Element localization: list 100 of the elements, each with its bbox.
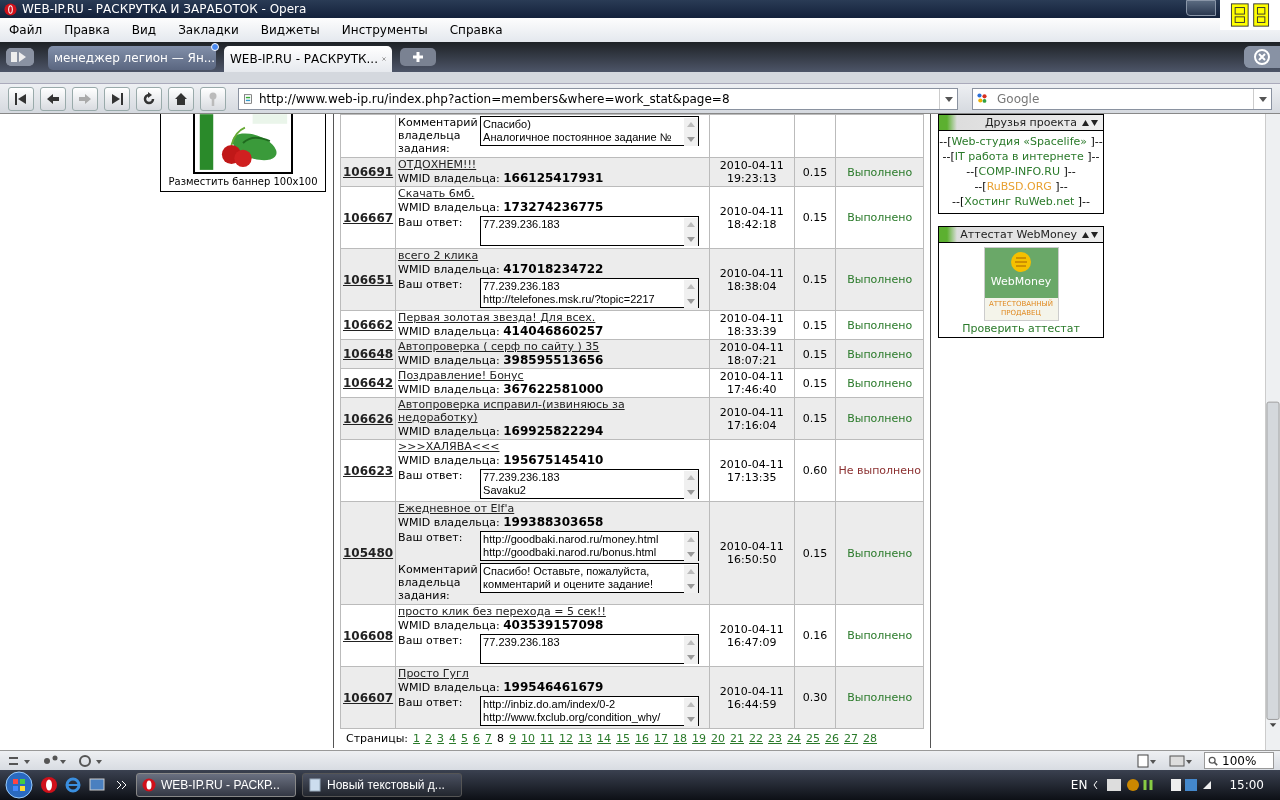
task-id-link[interactable]: 105480 <box>343 546 394 560</box>
task-title-link[interactable]: всего 2 клика <box>398 249 707 262</box>
page-link[interactable]: 14 <box>597 732 612 745</box>
taskbar-button[interactable]: WEB-IP.RU - РАСКР... <box>136 773 296 797</box>
task-title-link[interactable]: Первая золотая звезда! Для всех. <box>398 311 707 324</box>
browser-tab[interactable]: WEB-IP.RU - РАСКРУТК... <box>224 46 392 72</box>
scroll-arrows-icon[interactable] <box>683 636 698 664</box>
collapse-arrows-icon[interactable] <box>1081 230 1099 239</box>
page-link[interactable]: 16 <box>635 732 650 745</box>
desktop-icon[interactable] <box>88 776 106 794</box>
panel-toggle-icon[interactable] <box>6 48 34 66</box>
page-link[interactable]: 11 <box>540 732 555 745</box>
page-link[interactable]: 5 <box>461 732 469 745</box>
answer-field[interactable]: 77.239.236.183 http://telefones.msk.ru/?topic=2217 <box>480 278 699 308</box>
page-link[interactable]: 10 <box>521 732 536 745</box>
page-link[interactable]: 9 <box>509 732 517 745</box>
page-link[interactable]: 2 <box>425 732 433 745</box>
new-tab-button[interactable] <box>400 48 436 66</box>
page-link[interactable]: 13 <box>578 732 593 745</box>
task-title-link[interactable]: просто клик без перехода = 5 сек!! <box>398 605 707 618</box>
task-title-link[interactable]: Скачать 6мб. <box>398 187 707 200</box>
bracket-text: --[ <box>939 135 952 148</box>
scroll-arrows-icon[interactable] <box>683 565 698 593</box>
page-link[interactable]: 27 <box>844 732 859 745</box>
page-link[interactable]: 15 <box>616 732 631 745</box>
task-title-link[interactable]: Поздравление! Бонус <box>398 369 707 382</box>
scroll-arrows-icon[interactable] <box>683 533 698 561</box>
comment-field[interactable]: Спасибо) Аналогичное постоянное задание № <box>480 116 699 146</box>
answer-field[interactable]: 77.239.236.183 <box>480 634 699 664</box>
friend-link[interactable]: Web-студия «Spacelife» <box>951 135 1087 148</box>
scroll-arrows-icon[interactable] <box>683 218 698 246</box>
menu-item[interactable]: Файл <box>9 23 55 37</box>
page-link[interactable]: 23 <box>768 732 783 745</box>
page-link[interactable]: 22 <box>749 732 764 745</box>
page-link[interactable]: 8 <box>497 732 505 745</box>
menu-item[interactable]: Вид <box>131 23 169 37</box>
address-field[interactable]: http://www.web-ip.ru/index.php?action=members&where=work_stat&page=8 <box>238 87 958 110</box>
comment-field[interactable]: Спасибо! Оставьте, пожалуйста, комментарий и оцените задание! <box>480 563 699 593</box>
browser-icon[interactable] <box>64 776 82 794</box>
vertical-scrollbar[interactable] <box>1265 114 1280 750</box>
task-title-link[interactable]: Просто Гугл <box>398 667 707 680</box>
page-link[interactable]: 19 <box>692 732 707 745</box>
answer-field[interactable]: 77.239.236.183 <box>480 216 699 246</box>
page-link[interactable]: 12 <box>559 732 574 745</box>
scroll-arrows-icon[interactable] <box>683 698 698 726</box>
page-link[interactable]: 26 <box>825 732 840 745</box>
answer-field[interactable]: http://inbiz.do.am/index/0-2 http://www.fxclub.org/condition_why/ <box>480 696 699 726</box>
back-button[interactable] <box>40 86 66 111</box>
scroll-arrows-icon[interactable] <box>683 280 698 308</box>
page-link[interactable]: 20 <box>711 732 726 745</box>
menu-item[interactable]: Правка <box>64 23 122 37</box>
zoom-field[interactable]: 100% <box>1204 752 1274 769</box>
page-link[interactable]: 28 <box>863 732 878 745</box>
page-link[interactable]: 7 <box>485 732 493 745</box>
page-link[interactable]: 17 <box>654 732 669 745</box>
page-link[interactable]: 6 <box>473 732 481 745</box>
page-link[interactable]: 4 <box>449 732 457 745</box>
start-button[interactable] <box>4 770 34 800</box>
taskbar-button[interactable]: Новый текстовый д... <box>302 773 462 797</box>
task-title-link[interactable]: >>>ХАЛЯВА<<< <box>398 440 707 453</box>
rewind-button[interactable] <box>8 86 34 111</box>
opera-icon[interactable] <box>40 776 58 794</box>
settings-icon[interactable] <box>78 753 104 768</box>
task-title-link[interactable]: Автопроверка ( серф по сайту ) 35 <box>398 340 707 353</box>
task-title-link[interactable]: Ежедневное от Elf'a <box>398 502 707 515</box>
banner-caption[interactable]: Разместить баннер 100x100 <box>168 176 318 187</box>
task-title-link[interactable]: Автопроверка исправил-(извиняюсь за недоработку) <box>398 398 707 424</box>
answer-field[interactable]: 77.239.236.183 Savaku2 <box>480 469 699 499</box>
language-indicator[interactable]: EN <box>1070 778 1088 792</box>
answer-field[interactable]: http://goodbaki.narod.ru/money.html http://goodbaki.narod.ru/bonus.html <box>480 531 699 561</box>
menu-item[interactable]: Инструменты <box>341 23 440 37</box>
minimize-button[interactable] <box>1186 0 1216 16</box>
scroll-arrows-icon[interactable] <box>683 471 698 499</box>
browser-tab[interactable]: менеджер легион — Ян... <box>48 46 216 70</box>
menu-item[interactable]: Закладки <box>178 23 251 37</box>
toolbar-grip[interactable] <box>0 72 1280 84</box>
friend-link[interactable]: COMP-INFO.RU <box>978 165 1060 178</box>
search-field[interactable]: Google <box>972 87 1272 110</box>
friend-link[interactable]: IT работа в интернете <box>954 150 1084 163</box>
collapse-arrows-icon[interactable] <box>1081 118 1099 127</box>
status-text: Выполнено <box>847 165 913 179</box>
fast-forward-button[interactable] <box>104 86 130 111</box>
check-attestat-link[interactable]: Проверить аттестат <box>962 322 1080 335</box>
task-title-link[interactable]: ОТДОХНЕМ!!! <box>398 158 707 171</box>
menu-item[interactable]: Справка <box>449 23 515 37</box>
widget-icon[interactable] <box>1220 0 1280 30</box>
menu-item[interactable]: Виджеты <box>260 23 332 37</box>
page-link[interactable]: 1 <box>413 732 421 745</box>
page-link[interactable]: 18 <box>673 732 688 745</box>
home-button[interactable] <box>168 86 194 111</box>
home-icon <box>173 90 189 107</box>
reload-button[interactable] <box>136 86 162 111</box>
image-icon[interactable] <box>1168 753 1194 768</box>
price-text: 0.15 <box>802 211 828 224</box>
page-link[interactable]: 3 <box>437 732 445 745</box>
page-link[interactable]: 25 <box>806 732 821 745</box>
scroll-arrows-icon[interactable] <box>683 118 698 146</box>
page-link[interactable]: 21 <box>730 732 745 745</box>
page-link[interactable]: 24 <box>787 732 802 745</box>
friend-link[interactable]: Хостинг RuWeb.net <box>964 195 1075 208</box>
